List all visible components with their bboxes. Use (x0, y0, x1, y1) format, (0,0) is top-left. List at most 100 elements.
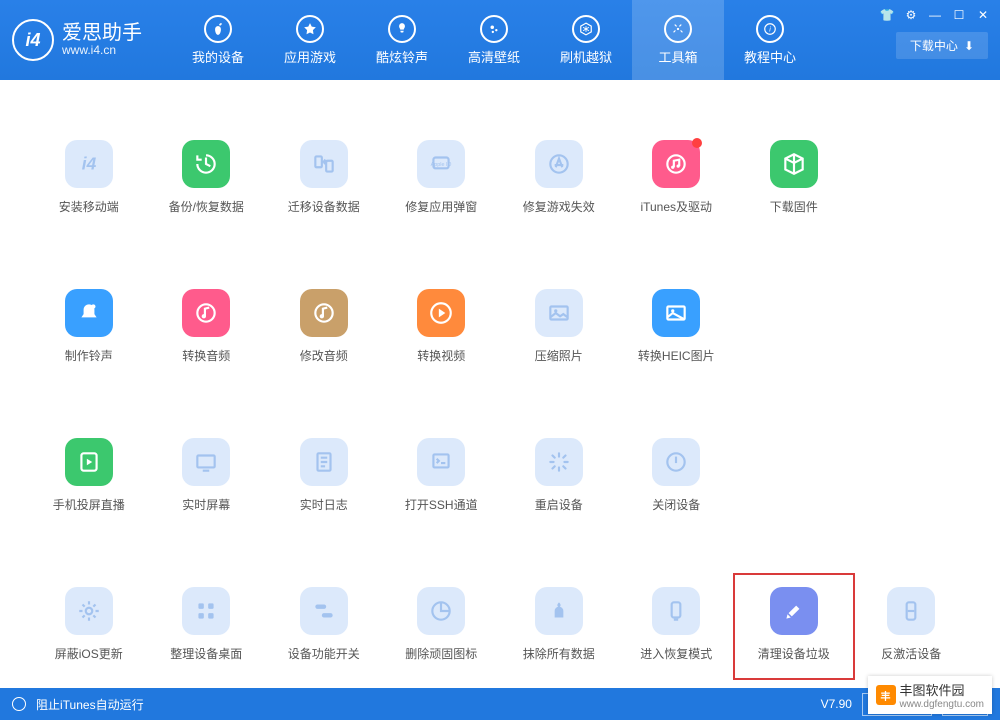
nav-label: 教程中心 (744, 47, 796, 66)
tool-restore[interactable]: 备份/恢复数据 (151, 140, 261, 215)
nav-device[interactable]: 我的设备 (172, 0, 264, 80)
window-controls: 👕 ⚙ — ☐ ✕ (878, 6, 992, 24)
status-indicator-icon (12, 697, 26, 711)
tool-label: 重启设备 (535, 496, 583, 513)
tool-screen[interactable]: 实时屏幕 (151, 438, 261, 513)
app-subtitle: www.i4.cn (62, 44, 142, 57)
tool-transfer[interactable]: 迁移设备数据 (269, 140, 379, 215)
tool-label: 修复应用弹窗 (405, 198, 477, 215)
maximize-button[interactable]: ☐ (950, 6, 968, 24)
nav-icon (388, 15, 416, 43)
tool-label: 反激活设备 (881, 645, 941, 662)
tool-label: 清理设备垃圾 (758, 645, 830, 662)
tool-bell[interactable]: 制作铃声 (34, 289, 144, 364)
nav-icon: i (756, 15, 784, 43)
tool-photo[interactable]: 压缩照片 (504, 289, 614, 364)
watermark-url: www.dgfengtu.com (900, 699, 985, 710)
tool-erase[interactable]: 抹除所有数据 (504, 587, 614, 662)
tool-label: 删除顽固图标 (405, 645, 477, 662)
nav-ringtones[interactable]: 酷炫铃声 (356, 0, 448, 80)
tool-cast[interactable]: 手机投屏直播 (34, 438, 144, 513)
svg-text:Apple ID: Apple ID (431, 162, 452, 168)
tool-recovery[interactable]: 进入恢复模式 (621, 587, 731, 662)
appstore-icon (535, 140, 583, 188)
tool-itunes[interactable]: iTunes及驱动 (621, 140, 731, 215)
tool-apps[interactable]: 整理设备桌面 (151, 587, 261, 662)
settings-icon[interactable]: ⚙ (902, 6, 920, 24)
nav-flash[interactable]: 刷机越狱 (540, 0, 632, 80)
nav-icon (664, 15, 692, 43)
nav-label: 应用游戏 (284, 47, 336, 66)
clean-icon (770, 587, 818, 635)
tool-edit-audio[interactable]: 修改音频 (269, 289, 379, 364)
tool-power[interactable]: 关闭设备 (621, 438, 731, 513)
minimize-button[interactable]: — (926, 6, 944, 24)
erase-icon (535, 587, 583, 635)
pie-icon (417, 587, 465, 635)
screen-icon (182, 438, 230, 486)
tool-label: 迁移设备数据 (288, 198, 360, 215)
tool-clean[interactable]: 清理设备垃圾 (739, 587, 849, 662)
svg-text:i4: i4 (82, 153, 97, 173)
notification-dot-icon (692, 138, 702, 148)
tool-appleid[interactable]: Apple ID 修复应用弹窗 (386, 140, 496, 215)
toolbox-content: i4 安装移动端 备份/恢复数据迁移设备数据 Apple ID 修复应用弹窗 修复游戏失效… (0, 80, 1000, 688)
toggles-icon (300, 587, 348, 635)
main-nav: 我的设备应用游戏 酷炫铃声 高清壁纸 刷机越狱工具箱 i 教程中心 (172, 0, 816, 80)
app-logo: i4 爱思助手 www.i4.cn (12, 19, 142, 61)
svg-text:i: i (769, 26, 771, 33)
loading-icon (535, 438, 583, 486)
download-center-label: 下载中心 (910, 37, 958, 54)
bell-icon (65, 289, 113, 337)
tool-log[interactable]: 实时日志 (269, 438, 379, 513)
tool-audio[interactable]: 转换音频 (151, 289, 261, 364)
app-title: 爱思助手 (62, 22, 142, 44)
tool-label: 转换音频 (182, 347, 230, 364)
appleid-icon: Apple ID (417, 140, 465, 188)
nav-icon (480, 15, 508, 43)
close-button[interactable]: ✕ (974, 6, 992, 24)
download-center-button[interactable]: 下载中心 ⬇ (896, 32, 988, 59)
statusbar: 阻止iTunes自动运行 V7.90 意见反馈 微信 (0, 688, 1000, 720)
tool-pie[interactable]: 删除顽固图标 (386, 587, 496, 662)
nav-label: 高清壁纸 (468, 47, 520, 66)
logo-icon: i4 (12, 19, 54, 61)
tool-label: 下载固件 (770, 198, 818, 215)
photo-icon (535, 289, 583, 337)
tool-i4[interactable]: i4 安装移动端 (34, 140, 144, 215)
tool-heic[interactable]: 转换HEIC图片 (621, 289, 731, 364)
tool-cube[interactable]: 下载固件 (739, 140, 849, 215)
nav-icon (572, 15, 600, 43)
ssh-icon (417, 438, 465, 486)
play-icon (417, 289, 465, 337)
tool-label: 安装移动端 (59, 198, 119, 215)
nav-label: 工具箱 (658, 47, 697, 66)
tool-label: 实时屏幕 (182, 496, 230, 513)
tool-label: 制作铃声 (65, 347, 113, 364)
tool-label: 修改音频 (300, 347, 348, 364)
heic-icon (652, 289, 700, 337)
tool-gear[interactable]: 屏蔽iOS更新 (34, 587, 144, 662)
nav-wallpapers[interactable]: 高清壁纸 (448, 0, 540, 80)
gear-icon (65, 587, 113, 635)
tool-toggles[interactable]: 设备功能开关 (269, 587, 379, 662)
restore-icon (182, 140, 230, 188)
tool-play[interactable]: 转换视频 (386, 289, 496, 364)
tool-label: 抹除所有数据 (523, 645, 595, 662)
log-icon (300, 438, 348, 486)
prevent-itunes-label[interactable]: 阻止iTunes自动运行 (36, 696, 144, 713)
watermark: 丰 丰图软件园 www.dgfengtu.com (868, 676, 993, 714)
theme-icon[interactable]: 👕 (878, 6, 896, 24)
tool-label: 屏蔽iOS更新 (55, 645, 123, 662)
tool-ssh[interactable]: 打开SSH通道 (386, 438, 496, 513)
tool-label: 实时日志 (300, 496, 348, 513)
tool-appstore[interactable]: 修复游戏失效 (504, 140, 614, 215)
nav-label: 酷炫铃声 (376, 47, 428, 66)
apps-icon (182, 587, 230, 635)
nav-tutorials[interactable]: i 教程中心 (724, 0, 816, 80)
tool-loading[interactable]: 重启设备 (504, 438, 614, 513)
nav-apps[interactable]: 应用游戏 (264, 0, 356, 80)
tool-deactivate[interactable]: 反激活设备 (856, 587, 966, 662)
nav-toolbox[interactable]: 工具箱 (632, 0, 724, 80)
itunes-icon (652, 140, 700, 188)
